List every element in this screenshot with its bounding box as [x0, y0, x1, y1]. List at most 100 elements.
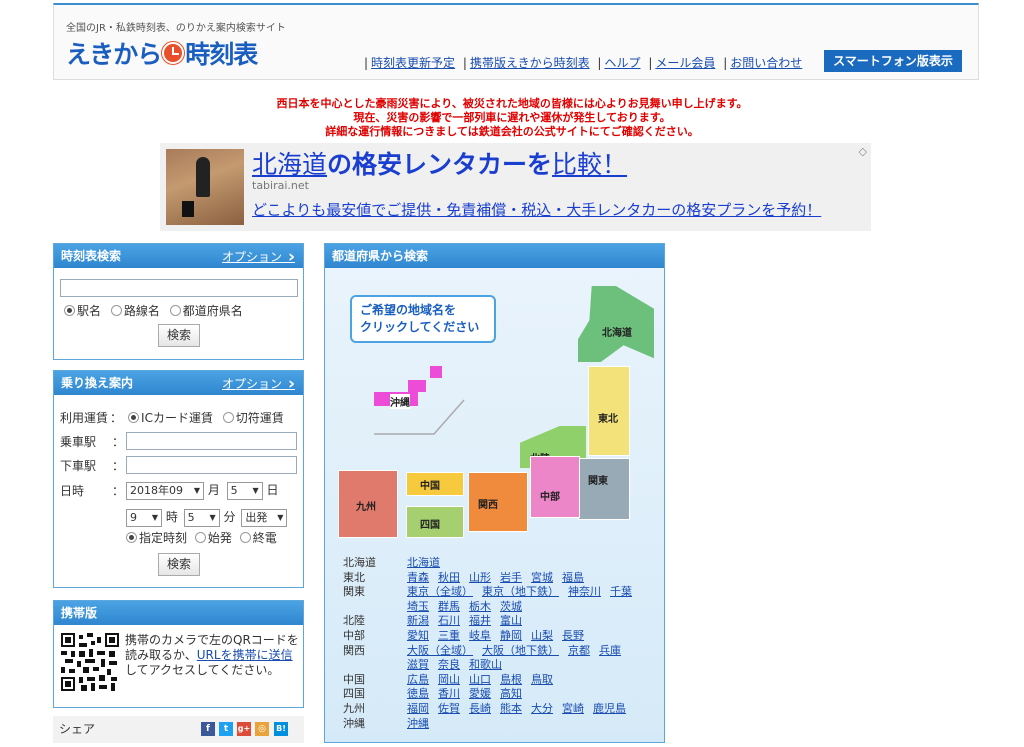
- region-chubu[interactable]: [530, 456, 580, 518]
- prefecture-link[interactable]: 群馬: [438, 600, 460, 613]
- prefecture-link[interactable]: 岡山: [438, 673, 460, 686]
- prefecture-link[interactable]: 山梨: [531, 629, 553, 642]
- prefecture-link[interactable]: 神奈川: [568, 585, 601, 598]
- timetable-search-button[interactable]: 検索: [158, 324, 200, 347]
- prefecture-link[interactable]: 沖縄: [407, 717, 429, 730]
- prefecture-link[interactable]: 宮崎: [562, 702, 584, 715]
- fare-row: 利用運賃： ICカード運賃 切符運賃: [60, 409, 284, 426]
- prefecture-link[interactable]: 福島: [562, 571, 584, 584]
- minute-select[interactable]: 5: [183, 508, 220, 527]
- prefecture-link[interactable]: 青森: [407, 571, 429, 584]
- ad-person-image: [196, 157, 210, 197]
- prefecture-link[interactable]: 大阪（地下鉄）: [482, 644, 559, 657]
- departure-mode-select[interactable]: 出発: [241, 508, 288, 527]
- facebook-icon[interactable]: f: [201, 722, 215, 736]
- prefecture-list-row: 中部 愛知 三重 岐阜 静岡 山梨 長野: [343, 629, 641, 644]
- hour-select[interactable]: 9: [126, 508, 162, 527]
- smartphone-view-button[interactable]: スマートフォン版表示: [824, 50, 962, 72]
- radio-line[interactable]: [110, 305, 122, 316]
- ad-banner[interactable]: 北海道の格安レンタカーを比較！ tabirai.net どこよりも最安値でご提供…: [160, 143, 871, 231]
- radio-station[interactable]: [64, 305, 75, 316]
- radio-last-train[interactable]: [239, 532, 251, 543]
- timetable-search-header: 時刻表検索 オプション: [54, 244, 303, 268]
- prefecture-link[interactable]: 三重: [438, 629, 460, 642]
- radio-specified-time[interactable]: [126, 532, 137, 543]
- region-label-tohoku: 東北: [598, 414, 618, 425]
- prefecture-link[interactable]: 東京（地下鉄）: [482, 585, 559, 598]
- send-url-link[interactable]: URLを携帯に送信: [197, 648, 293, 662]
- transfer-search-title: 乗り換え案内: [61, 376, 134, 390]
- site-logo[interactable]: えきから 時刻表: [66, 35, 258, 71]
- timetable-option-link[interactable]: オプション: [222, 244, 295, 269]
- year-month-select[interactable]: 2018年09: [126, 481, 204, 500]
- prefecture-link[interactable]: 愛知: [407, 629, 429, 642]
- prefecture-link[interactable]: 栃木: [469, 600, 491, 613]
- prefecture-link[interactable]: 山形: [469, 571, 491, 584]
- ad-description[interactable]: どこよりも最安値でご提供・免責補償・税込・大手レンタカーの格安プランを予約！: [252, 199, 821, 220]
- prefecture-link[interactable]: 愛媛: [469, 687, 491, 700]
- prefecture-link[interactable]: 静岡: [500, 629, 522, 642]
- radio-ic-fare[interactable]: [128, 412, 140, 423]
- prefecture-link[interactable]: 宮城: [531, 571, 553, 584]
- prefecture-link[interactable]: 広島: [407, 673, 429, 686]
- radio-ticket-fare[interactable]: [222, 412, 234, 423]
- prefecture-link[interactable]: 徳島: [407, 687, 429, 700]
- prefecture-link[interactable]: 高知: [500, 687, 522, 700]
- prefecture-link[interactable]: 奈良: [438, 658, 460, 671]
- radio-first-train[interactable]: [194, 532, 206, 543]
- prefecture-link[interactable]: 北海道: [407, 556, 440, 569]
- nav-help[interactable]: ヘルプ: [604, 56, 640, 70]
- prefecture-link[interactable]: 大分: [531, 702, 553, 715]
- pocket-icon[interactable]: ◎: [255, 722, 269, 736]
- prefecture-link[interactable]: 秋田: [438, 571, 460, 584]
- region-label-kanto: 関東: [588, 476, 608, 487]
- prefecture-link[interactable]: 石川: [438, 614, 460, 627]
- prefecture-link[interactable]: 岐阜: [469, 629, 491, 642]
- prefecture-link[interactable]: 香川: [438, 687, 460, 700]
- timetable-search-input[interactable]: [60, 279, 298, 297]
- prefecture-link[interactable]: 千葉: [610, 585, 632, 598]
- prefecture-link[interactable]: 長野: [562, 629, 584, 642]
- from-station-input[interactable]: [126, 432, 297, 450]
- transfer-search-button[interactable]: 検索: [158, 553, 200, 576]
- radio-prefecture[interactable]: [169, 305, 181, 316]
- prefecture-link[interactable]: 山口: [469, 673, 491, 686]
- prefecture-link[interactable]: 京都: [568, 644, 590, 657]
- transfer-option-link[interactable]: オプション: [222, 371, 295, 396]
- prefecture-link[interactable]: 滋賀: [407, 658, 429, 671]
- twitter-icon[interactable]: t: [219, 722, 233, 736]
- prefecture-link[interactable]: 埼玉: [407, 600, 429, 613]
- prefecture-link[interactable]: 熊本: [500, 702, 522, 715]
- prefecture-link[interactable]: 佐賀: [438, 702, 460, 715]
- hatena-bookmark-icon[interactable]: B!: [274, 722, 288, 736]
- nav-mail-member[interactable]: メール会員: [655, 56, 715, 70]
- nav-mobile-version[interactable]: 携帯版えきから時刻表: [470, 56, 590, 70]
- prefecture-link[interactable]: 和歌山: [469, 658, 502, 671]
- nav-update-schedule[interactable]: 時刻表更新予定: [371, 56, 455, 70]
- prefecture-list-row: 東北 青森 秋田 山形 岩手 宮城 福島: [343, 571, 641, 586]
- mobile-text-b: してアクセスしてください。: [125, 663, 280, 677]
- nav-contact[interactable]: お問い合わせ: [730, 56, 802, 70]
- fare-colon: ：: [110, 411, 123, 425]
- prefecture-link[interactable]: 鹿児島: [593, 702, 626, 715]
- prefecture-link[interactable]: 大阪（全域）: [407, 644, 473, 657]
- prefecture-link[interactable]: 長崎: [469, 702, 491, 715]
- prefecture-link[interactable]: 福岡: [407, 702, 429, 715]
- region-kansai[interactable]: [468, 472, 528, 532]
- ad-info-icon[interactable]: ◇: [859, 145, 867, 158]
- day-select[interactable]: 5: [226, 481, 263, 500]
- prefecture-link[interactable]: 岩手: [500, 571, 522, 584]
- prefecture-link[interactable]: 鳥取: [531, 673, 553, 686]
- to-station-input[interactable]: [126, 456, 297, 474]
- prefecture-link[interactable]: 兵庫: [599, 644, 621, 657]
- prefecture-link[interactable]: 東京（全域）: [407, 585, 473, 598]
- ad-title[interactable]: 北海道の格安レンタカーを比較！: [252, 145, 627, 181]
- prefecture-link[interactable]: 富山: [500, 614, 522, 627]
- prefecture-link[interactable]: 新潟: [407, 614, 429, 627]
- prefecture-list-row: 沖縄 沖縄: [343, 717, 641, 732]
- prefecture-link[interactable]: 茨城: [500, 600, 522, 613]
- region-kanto[interactable]: [578, 458, 630, 520]
- prefecture-link[interactable]: 福井: [469, 614, 491, 627]
- google-plus-icon[interactable]: g+: [237, 722, 251, 736]
- prefecture-link[interactable]: 島根: [500, 673, 522, 686]
